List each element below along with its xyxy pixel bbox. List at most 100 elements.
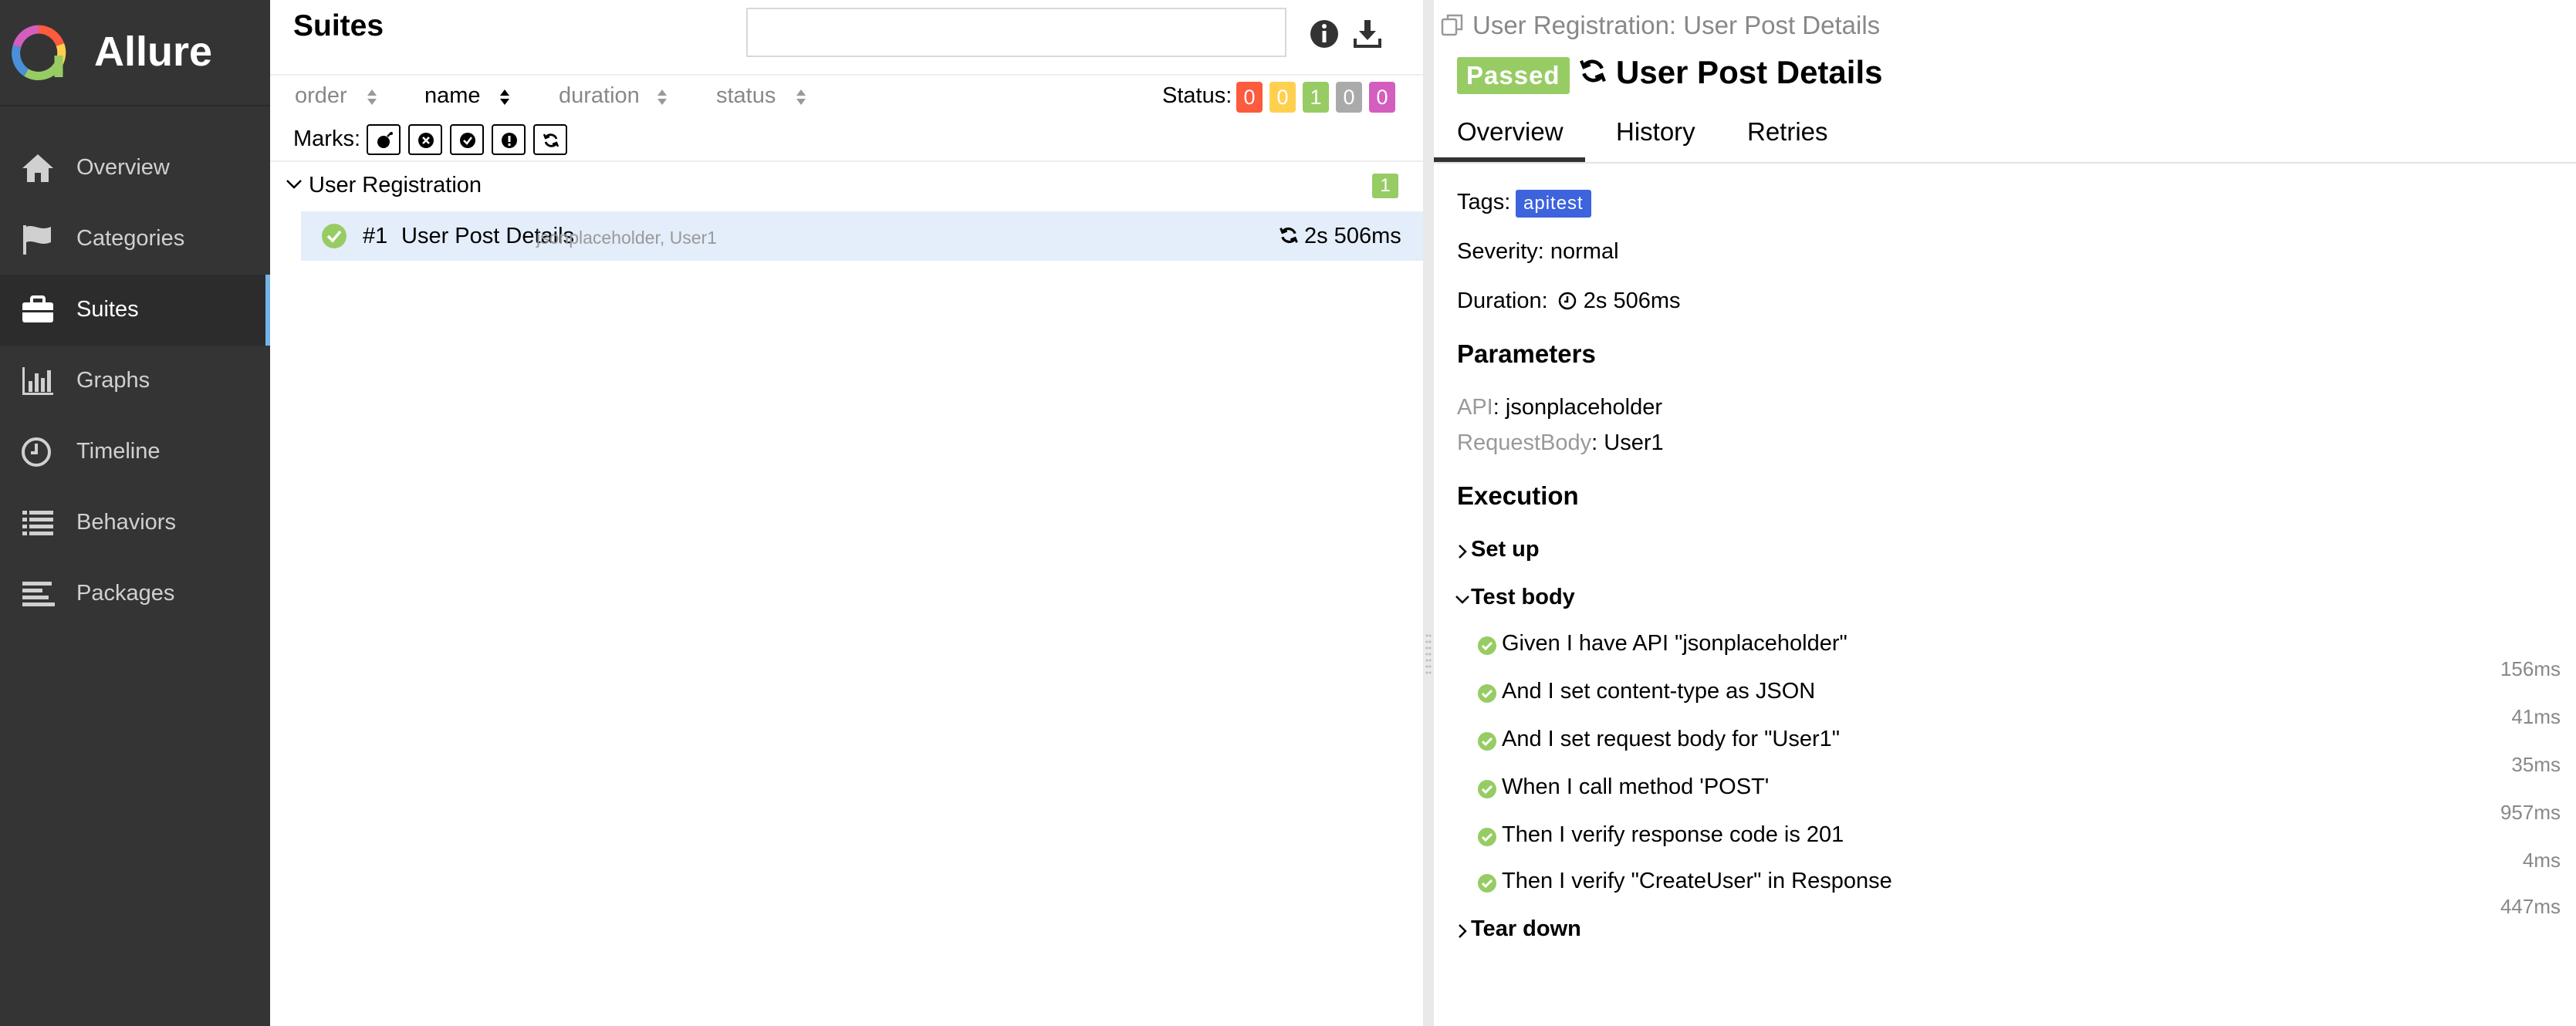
step-time: 4ms <box>2522 849 2561 872</box>
step-text: When I call method 'POST' <box>1502 775 1770 799</box>
mark-new-failed-button[interactable] <box>408 124 442 155</box>
suite-group-name: User Registration <box>309 173 482 197</box>
status-failed-badge[interactable]: 0 <box>1236 82 1263 113</box>
refresh-icon <box>1280 227 1298 244</box>
step-text: And I set request body for "User1" <box>1502 727 1841 751</box>
passed-status-icon <box>322 224 347 248</box>
sidebar-item-packages[interactable]: Packages <box>0 559 270 629</box>
download-icon[interactable] <box>1351 17 1384 51</box>
info-circle-icon <box>502 133 517 148</box>
pane-splitter[interactable] <box>1423 0 1434 1026</box>
bomb-icon <box>377 132 393 148</box>
sidebar-item-timeline[interactable]: Timeline <box>0 417 270 488</box>
step-text: Then I verify "CreateUser" in Response <box>1502 869 1892 893</box>
mark-retries-button[interactable] <box>533 124 567 155</box>
sidebar-item-label: Timeline <box>76 439 161 464</box>
test-body-label: Test body <box>1471 585 1575 609</box>
divider <box>1434 162 2576 164</box>
parameter-row: RequestBody: User1 <box>1457 430 1664 455</box>
status-unknown-badge[interactable]: 0 <box>1369 82 1395 113</box>
home-icon <box>22 154 53 182</box>
step-time: 156ms <box>2500 657 2561 680</box>
test-params: jsonplaceholder, User1 <box>536 228 717 248</box>
sidebar-item-overview[interactable]: Overview <box>0 133 270 204</box>
sidebar-item-categories[interactable]: Categories <box>0 204 270 275</box>
test-detail-pane: User Registration: User Post Details Pas… <box>1434 0 2576 1026</box>
chevron-down-icon <box>286 180 302 189</box>
step-text: Then I verify response code is 201 <box>1502 822 1844 847</box>
step-text: Given I have API "jsonplaceholder" <box>1502 631 1847 656</box>
sidebar-item-label: Categories <box>76 226 185 251</box>
passed-status-icon <box>1478 636 1496 655</box>
duration-label: Duration: <box>1457 289 1548 313</box>
sidebar-item-behaviors[interactable]: Behaviors <box>0 488 270 559</box>
sort-icon[interactable] <box>795 86 807 108</box>
suite-group-row[interactable]: User Registration 1 <box>270 167 1423 205</box>
test-row[interactable]: #1 User Post Details jsonplaceholder, Us… <box>301 211 1423 261</box>
step-time: 447ms <box>2500 895 2561 918</box>
flag-icon <box>23 225 51 255</box>
sort-icon[interactable] <box>366 86 378 108</box>
passed-status-icon <box>1478 684 1496 703</box>
mark-new-passed-button[interactable] <box>450 124 484 155</box>
step-time: 41ms <box>2511 705 2561 728</box>
passed-status-icon <box>1478 828 1496 846</box>
status-broken-badge[interactable]: 0 <box>1269 82 1296 113</box>
parameter-value: jsonplaceholder <box>1505 395 1663 420</box>
app-name: Allure <box>94 29 213 75</box>
status-badge: Passed <box>1457 57 1570 94</box>
tab-retries[interactable]: Retries <box>1747 117 1828 147</box>
marks-label: Marks: <box>293 127 360 151</box>
chevron-right-icon <box>1459 924 1467 938</box>
passed-status-icon <box>1478 780 1496 798</box>
sidebar: Allure Overview Categories Suites Graphs… <box>0 0 270 1026</box>
status-passed-badge[interactable]: 1 <box>1303 82 1329 113</box>
test-duration: 2s 506ms <box>1304 224 1401 248</box>
search-input[interactable] <box>746 8 1286 57</box>
parameters-heading: Parameters <box>1457 339 1596 368</box>
sidebar-item-label: Graphs <box>76 368 150 393</box>
parameter-key: API <box>1457 395 1493 420</box>
refresh-icon <box>543 133 559 147</box>
sort-icon[interactable] <box>499 86 511 108</box>
parameter-row: API: jsonplaceholder <box>1457 395 1663 420</box>
mark-flaky-button[interactable] <box>367 124 401 155</box>
drag-handle-icon[interactable] <box>1425 633 1432 676</box>
status-skipped-badge[interactable]: 0 <box>1336 82 1362 113</box>
passed-status-icon <box>1478 732 1496 751</box>
briefcase-icon <box>22 295 53 322</box>
sort-status[interactable]: status <box>716 83 776 109</box>
mark-new-broken-button[interactable] <box>492 124 526 155</box>
sidebar-item-graphs[interactable]: Graphs <box>0 346 270 417</box>
sort-duration[interactable]: duration <box>559 83 640 109</box>
breadcrumb: User Registration: User Post Details <box>1472 11 1881 39</box>
chevron-down-icon <box>1455 596 1469 604</box>
tags-label: Tags: <box>1457 190 1511 214</box>
tab-overview[interactable]: Overview <box>1457 117 1564 147</box>
divider <box>270 160 1423 162</box>
info-icon[interactable] <box>1307 17 1341 51</box>
page-title: Suites <box>293 9 384 42</box>
brand[interactable]: Allure <box>0 0 270 106</box>
clock-icon <box>22 437 51 467</box>
align-left-icon <box>22 582 55 606</box>
sidebar-item-label: Overview <box>76 155 170 180</box>
allure-logo-icon <box>12 25 66 80</box>
copy-icon[interactable] <box>1440 12 1466 39</box>
step-time: 35ms <box>2511 753 2561 776</box>
sidebar-item-suites[interactable]: Suites <box>0 275 270 346</box>
step-time: 957ms <box>2500 801 2561 824</box>
tab-history[interactable]: History <box>1616 117 1695 147</box>
divider <box>270 74 1423 76</box>
test-number: #1 <box>363 224 388 248</box>
status-filter-label: Status: <box>1162 83 1232 108</box>
sort-icon[interactable] <box>656 86 668 108</box>
execution-heading: Execution <box>1457 481 1579 510</box>
parameter-value: User1 <box>1604 430 1664 455</box>
tag-badge: apitest <box>1516 190 1591 218</box>
step-text: And I set content-type as JSON <box>1502 679 1816 704</box>
chevron-right-icon <box>1459 545 1467 559</box>
passed-status-icon <box>1478 874 1496 893</box>
sort-name[interactable]: name <box>424 83 481 109</box>
sort-order[interactable]: order <box>295 83 347 109</box>
